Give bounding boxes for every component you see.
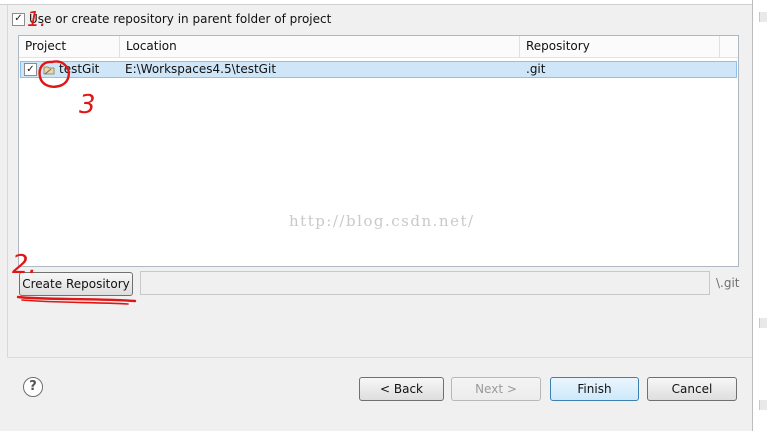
git-suffix-label: \.git [716, 276, 740, 290]
next-button[interactable]: Next > [451, 377, 541, 401]
column-header-project[interactable]: Project [19, 36, 120, 57]
table-header: Project Location Repository [19, 36, 738, 58]
project-name: testGit [59, 62, 100, 76]
cancel-button[interactable]: Cancel [647, 377, 737, 401]
right-window-edge [752, 0, 767, 431]
column-header-repository[interactable]: Repository [520, 36, 720, 57]
project-cell: testGit [43, 62, 99, 77]
share-project-dialog: ✓ Use or create repository in parent fol… [0, 0, 752, 431]
watermark-text: http://blog.csdn.net/ [289, 212, 475, 230]
use-parent-repo-checkbox[interactable]: ✓ [12, 12, 25, 26]
location-cell: E:\Workspaces4.5\testGit [125, 62, 277, 76]
project-table[interactable]: Project Location Repository ✓ testGit E:… [18, 35, 739, 267]
back-button[interactable]: < Back [359, 377, 444, 401]
column-header-location[interactable]: Location [120, 36, 520, 57]
edge-mark [759, 12, 767, 22]
repository-cell: .git [526, 62, 546, 76]
create-repository-button[interactable]: Create Repository [19, 272, 133, 296]
project-folder-icon [43, 66, 55, 74]
edge-mark [759, 318, 767, 328]
use-parent-repo-option[interactable]: ✓ Use or create repository in parent fol… [12, 11, 331, 27]
edge-mark [759, 400, 767, 410]
help-icon[interactable]: ? [23, 377, 43, 397]
check-icon: ✓ [26, 63, 35, 75]
finish-button[interactable]: Finish [550, 377, 639, 401]
button-bar-separator [7, 357, 752, 358]
use-parent-repo-label: Use or create repository in parent folde… [29, 12, 332, 26]
table-row[interactable]: ✓ testGit E:\Workspaces4.5\testGit .git [20, 61, 737, 78]
repository-path-input[interactable] [140, 271, 710, 295]
row-checkbox[interactable]: ✓ [24, 63, 37, 76]
check-icon: ✓ [14, 13, 23, 24]
